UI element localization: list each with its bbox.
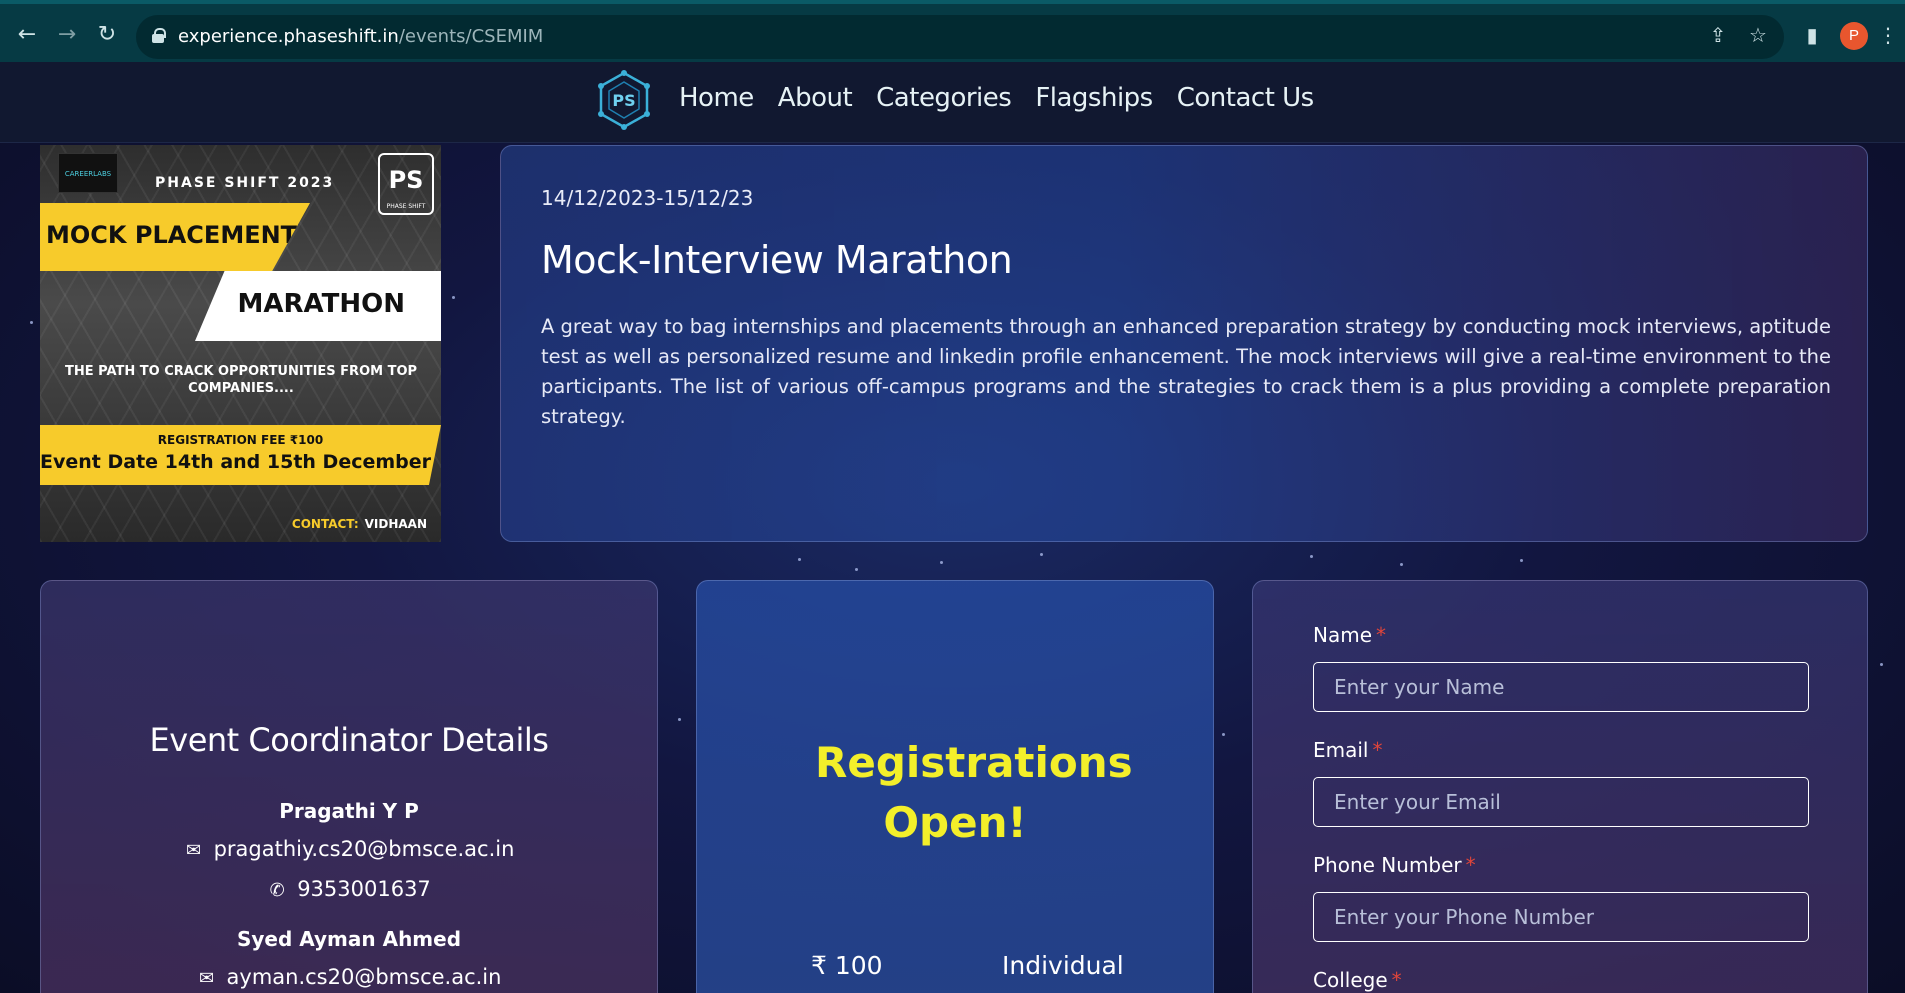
- background-star: [855, 568, 858, 571]
- phase-shift-logo[interactable]: PS: [597, 70, 651, 130]
- coordinator-phone[interactable]: ✆ 9353001637: [41, 877, 657, 901]
- name-label: Name *: [1313, 623, 1387, 647]
- coordinator-heading: Event Coordinator Details: [149, 721, 549, 759]
- coordinator-name: Syed Ayman Ahmed: [236, 927, 462, 951]
- mail-icon: ✉: [198, 968, 215, 989]
- registration-type: Individual: [1002, 951, 1124, 980]
- nav-categories[interactable]: Categories: [876, 83, 1012, 113]
- poster-band-marathon: MARATHON: [195, 271, 441, 341]
- side-panel-icon[interactable]: ▮: [1800, 23, 1824, 47]
- coordinator-email[interactable]: ✉ pragathiy.cs20@bmsce.ac.in: [41, 837, 657, 861]
- email-input[interactable]: [1313, 777, 1809, 827]
- nav-flagships[interactable]: Flagships: [1035, 83, 1153, 113]
- bookmark-star-icon[interactable]: ☆: [1746, 23, 1770, 47]
- profile-avatar[interactable]: P: [1840, 22, 1868, 50]
- poster-ps-logo: PS PHASE SHIFT: [378, 153, 434, 215]
- nav-about[interactable]: About: [778, 83, 853, 113]
- nav-contact-us[interactable]: Contact Us: [1177, 83, 1315, 113]
- poster-band-date: REGISTRATION FEE ₹100 Event Date 14th an…: [40, 425, 441, 485]
- background-star: [1400, 563, 1403, 566]
- reload-icon[interactable]: ↻: [94, 22, 120, 48]
- background-star: [30, 321, 33, 324]
- background-star: [940, 561, 943, 564]
- url-text[interactable]: experience.phaseshift.in/events/CSEMIM: [178, 26, 543, 47]
- nav-home[interactable]: Home: [679, 83, 754, 113]
- background-star: [798, 558, 801, 561]
- background-star: [1520, 559, 1523, 562]
- background-star: [678, 718, 681, 721]
- event-info-card: 14/12/2023-15/12/23 Mock-Interview Marat…: [500, 145, 1868, 542]
- poster-band-mock-placement: MOCK PLACEMENT: [40, 203, 310, 271]
- mail-icon: ✉: [186, 840, 202, 861]
- phone-input[interactable]: [1313, 892, 1809, 942]
- background-star: [1222, 733, 1225, 736]
- name-input[interactable]: [1313, 662, 1809, 712]
- background-star: [452, 296, 455, 299]
- registration-status: Registrations Open!: [815, 738, 1133, 847]
- back-arrow-icon[interactable]: ←: [14, 22, 40, 48]
- share-icon[interactable]: ⇪: [1706, 23, 1730, 47]
- poster-tagline: THE PATH TO CRACK OPPORTUNITIES FROM TOP…: [64, 364, 418, 396]
- background-star: [1310, 555, 1313, 558]
- poster-contact: CONTACT: VIDHAAN: [291, 517, 427, 531]
- svg-text:PS: PS: [612, 91, 635, 110]
- careerlabs-logo: CAREERLABS: [58, 153, 118, 193]
- poster-heading: PHASE SHIFT 2023: [155, 175, 335, 191]
- site-navbar: PS Home About Categories Flagships Conta…: [0, 62, 1905, 143]
- lock-icon[interactable]: [152, 28, 166, 43]
- browser-toolbar: ← → ↻ experience.phaseshift.in/events/CS…: [0, 0, 1905, 62]
- more-menu-icon[interactable]: ⋮: [1878, 23, 1898, 47]
- forward-arrow-icon[interactable]: →: [54, 22, 80, 48]
- coordinator-email[interactable]: ✉ ayman.cs20@bmsce.ac.in: [41, 965, 657, 989]
- event-title: Mock-Interview Marathon: [541, 238, 1013, 282]
- phone-icon: ✆: [269, 880, 285, 901]
- coordinator-card: Event Coordinator Details Pragathi Y P ✉…: [40, 580, 658, 993]
- college-label: College *: [1313, 968, 1402, 992]
- registration-fee: ₹ 100: [811, 951, 883, 980]
- event-date: 14/12/2023-15/12/23: [541, 186, 754, 210]
- event-description: A great way to bag internships and place…: [541, 315, 1831, 428]
- event-poster-image: CAREERLABS PHASE SHIFT 2023 PS PHASE SHIF…: [40, 145, 441, 542]
- background-star: [1040, 553, 1043, 556]
- address-bar[interactable]: experience.phaseshift.in/events/CSEMIM ⇪…: [136, 15, 1784, 59]
- registration-card: Registrations Open! ₹ 100 Individual: [696, 580, 1214, 993]
- registration-form: Name* Email* Phone Number* College*: [1252, 580, 1868, 993]
- coordinator-name: Pragathi Y P: [279, 799, 419, 823]
- background-star: [1880, 663, 1883, 666]
- nav-links: Home About Categories Flagships Contact …: [679, 83, 1314, 113]
- phone-label: Phone Number *: [1313, 853, 1476, 877]
- email-label: Email *: [1313, 738, 1383, 762]
